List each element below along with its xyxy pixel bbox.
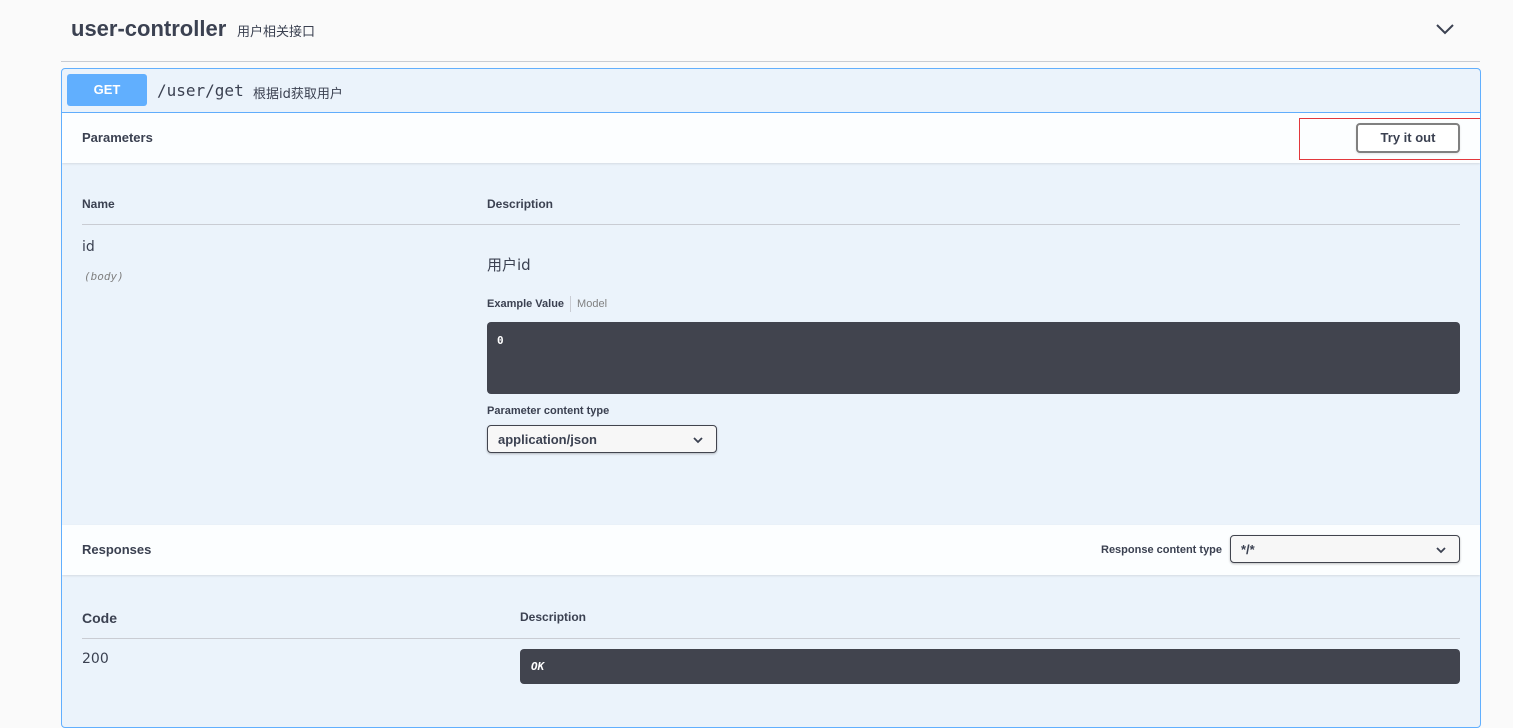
chevron-down-icon[interactable] <box>1434 18 1456 40</box>
response-description-box: OK <box>520 649 1460 684</box>
tag-name: user-controller <box>71 16 227 41</box>
response-description: OK <box>531 660 545 673</box>
param-description: 用户id <box>487 256 531 274</box>
example-tabs: Example Value Model <box>487 296 607 312</box>
parameters-title: Parameters <box>82 130 153 145</box>
operation-block: GET /user/get 根据id获取用户 Parameters Try it… <box>61 68 1481 728</box>
tag-header[interactable]: user-controller 用户相关接口 <box>61 0 1480 62</box>
response-content-type-select[interactable]: */* <box>1230 535 1460 563</box>
parameters-header: Parameters <box>62 113 1480 163</box>
operation-description: 根据id获取用户 <box>253 87 343 102</box>
parameter-content-type-value: application/json <box>498 432 597 447</box>
tab-model[interactable]: Model <box>577 298 607 310</box>
param-name: id <box>82 239 95 255</box>
tab-separator <box>570 296 572 312</box>
response-content-type-label: Response content type <box>1101 544 1223 556</box>
param-table-divider <box>82 224 1460 225</box>
responses-title: Responses <box>82 542 152 557</box>
chevron-down-icon <box>693 437 703 444</box>
operation-path: /user/get <box>157 81 244 100</box>
response-code: 200 <box>82 651 109 667</box>
response-col-description: Description <box>520 610 587 624</box>
response-table-divider <box>82 638 1460 639</box>
example-value-box: 0 <box>487 322 1460 394</box>
operation-summary[interactable]: GET /user/get 根据id获取用户 <box>62 69 1480 113</box>
param-col-name: Name <box>82 197 115 211</box>
method-badge: GET <box>67 74 147 106</box>
tag-description: 用户相关接口 <box>237 25 316 40</box>
param-location: (body) <box>84 270 124 283</box>
parameter-content-type-label: Parameter content type <box>487 405 610 417</box>
response-content-type-value: */* <box>1241 542 1255 557</box>
try-it-out-button[interactable]: Try it out <box>1356 123 1460 153</box>
example-value: 0 <box>497 334 504 347</box>
parameter-content-type-select[interactable]: application/json <box>487 425 717 453</box>
tab-example-value[interactable]: Example Value <box>487 298 564 310</box>
chevron-down-icon <box>1436 547 1446 554</box>
response-col-code: Code <box>82 610 117 626</box>
param-col-description: Description <box>487 197 554 211</box>
